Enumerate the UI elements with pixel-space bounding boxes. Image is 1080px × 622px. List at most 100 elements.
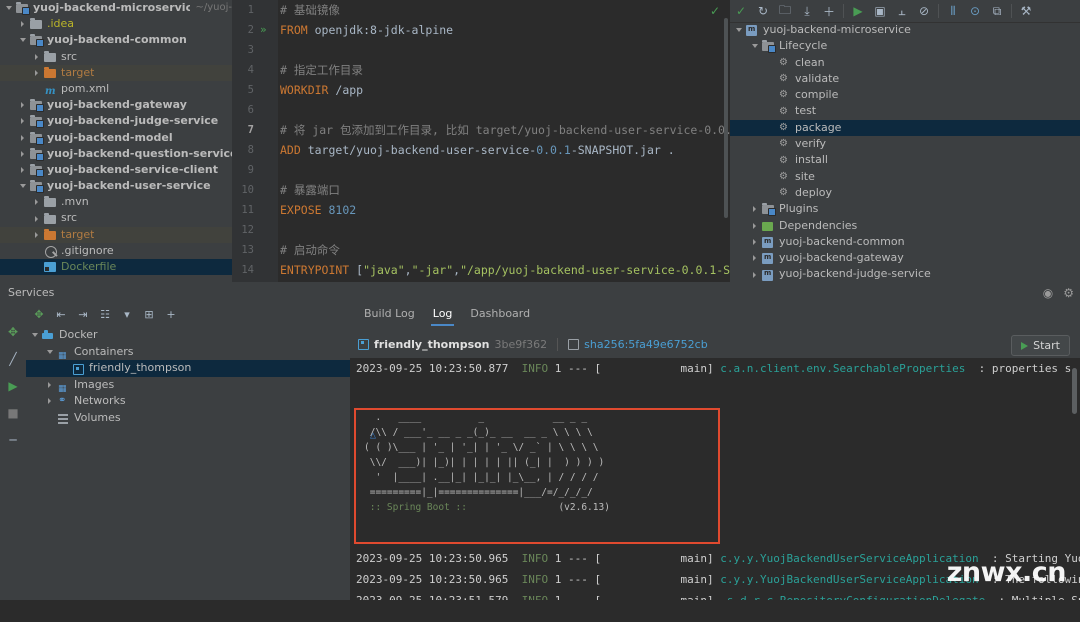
settings-gear-icon[interactable]: ⚙ xyxy=(1063,286,1074,300)
rerun-icon[interactable]: ✥ xyxy=(30,305,48,323)
collapse-all-icon[interactable]: ⫴ xyxy=(942,0,964,22)
tree-toggle-arrow[interactable] xyxy=(32,211,43,227)
tree-toggle-arrow[interactable] xyxy=(18,32,29,48)
log-tab-dashboard[interactable]: Dashboard xyxy=(462,303,538,326)
tree-item-3[interactable]: ⚙validate xyxy=(730,71,1080,87)
tree-item-9[interactable]: yuoj-backend-question-service xyxy=(0,146,232,162)
tree-item-3[interactable]: ▦Images xyxy=(26,377,350,394)
tree-item-2[interactable]: friendly_thompson xyxy=(26,360,350,377)
toggle-offline-icon[interactable]: ▣ xyxy=(869,0,891,22)
settings-wrench-icon[interactable]: ⚒ xyxy=(1015,0,1037,22)
tree-item-10[interactable]: yuoj-backend-service-client xyxy=(0,162,232,178)
tree-toggle-arrow[interactable] xyxy=(18,97,29,113)
tree-toggle-arrow[interactable] xyxy=(18,16,29,32)
code-editor[interactable]: 12»34567891011121314 # 基础镜像FROM openjdk:… xyxy=(232,0,730,282)
filter-icon[interactable]: ▾ xyxy=(118,305,136,323)
tree-toggle-arrow[interactable] xyxy=(750,234,761,250)
tree-toggle-arrow[interactable] xyxy=(32,194,43,210)
container-chip[interactable]: friendly_thompson 3be9f362 xyxy=(358,338,547,351)
add-service-icon[interactable]: + xyxy=(162,305,180,323)
project-tool-window[interactable]: yuoj-backend-microservice~/yuoj-.ideayuo… xyxy=(0,0,232,282)
minimize-icon[interactable]: ─ xyxy=(4,433,22,447)
tree-item-5[interactable]: Volumes xyxy=(26,410,350,427)
connect-icon[interactable]: ✥ xyxy=(4,325,22,339)
tree-item-7[interactable]: ⚙verify xyxy=(730,136,1080,152)
hide-icon[interactable]: ◉ xyxy=(1043,286,1053,300)
services-vertical-toolbar[interactable]: ✥ ╱ ▶ ■ ─ xyxy=(0,303,26,622)
reload-icon[interactable]: ↻ xyxy=(752,0,774,22)
edit-configuration-icon[interactable]: ╱ xyxy=(4,352,22,366)
tree-toggle-arrow[interactable] xyxy=(750,38,761,54)
show-dependencies-icon[interactable]: ⊙ xyxy=(964,0,986,22)
inspection-ok-icon[interactable]: ✓ xyxy=(710,4,720,18)
tree-toggle-arrow[interactable] xyxy=(32,49,43,65)
collapse-all-icon[interactable]: ⇥ xyxy=(74,305,92,323)
tree-toggle-arrow[interactable] xyxy=(18,146,29,162)
execute-goal-icon[interactable]: ⊘ xyxy=(913,0,935,22)
services-tool-window[interactable]: Services ◉ ⚙ ✥ ╱ ▶ ■ ─ ✥ ⇤ ⇥ ☷ ▾ ⊞ + Doc… xyxy=(0,282,1080,600)
maven-tool-window[interactable]: ✓↻🗀⤓＋▶▣⫠⊘⫴⊙⧉⚒ yuoj-backend-microserviceL… xyxy=(730,0,1080,282)
tree-item-14[interactable]: yuoj-backend-gateway xyxy=(730,250,1080,266)
tree-item-13[interactable]: src xyxy=(0,210,232,226)
add-tab-icon[interactable]: ⊞ xyxy=(140,305,158,323)
tree-toggle-arrow[interactable] xyxy=(18,162,29,178)
plus-icon[interactable]: ＋ xyxy=(818,0,840,22)
tree-item-12[interactable]: Dependencies xyxy=(730,218,1080,234)
tree-item-15[interactable]: yuoj-backend-judge-service xyxy=(730,266,1080,282)
tree-item-16[interactable]: Dockerfile xyxy=(0,259,232,275)
tree-item-0[interactable]: Docker xyxy=(26,327,350,344)
tree-toggle-arrow[interactable] xyxy=(18,130,29,146)
run-icon[interactable]: ▶ xyxy=(4,379,22,393)
tree-item-4[interactable]: target xyxy=(0,65,232,81)
tree-toggle-arrow[interactable] xyxy=(32,65,43,81)
tree-toggle-arrow[interactable] xyxy=(750,267,761,282)
stop-icon[interactable]: ■ xyxy=(4,406,22,420)
tree-item-1[interactable]: .idea xyxy=(0,16,232,32)
tree-item-11[interactable]: Plugins xyxy=(730,201,1080,217)
skip-tests-icon[interactable]: ⫠ xyxy=(891,0,913,22)
tree-item-1[interactable]: ▦Containers xyxy=(26,344,350,361)
tree-item-0[interactable]: yuoj-backend-microservice xyxy=(730,22,1080,38)
tree-item-3[interactable]: src xyxy=(0,49,232,65)
tree-item-5[interactable]: mpom.xml xyxy=(0,81,232,97)
tree-item-0[interactable]: yuoj-backend-microservice~/yuoj- xyxy=(0,0,232,16)
log-tab-log[interactable]: Log xyxy=(425,303,461,326)
log-tab-bar[interactable]: Build LogLogDashboard xyxy=(350,303,1080,330)
tree-item-15[interactable]: .gitignore xyxy=(0,243,232,259)
log-panel[interactable]: Build LogLogDashboard friendly_thompson … xyxy=(350,303,1080,600)
log-scrollbar[interactable] xyxy=(1072,368,1077,414)
tree-toggle-arrow[interactable] xyxy=(750,201,761,217)
tree-item-13[interactable]: yuoj-backend-common xyxy=(730,234,1080,250)
tree-item-6[interactable]: yuoj-backend-gateway xyxy=(0,97,232,113)
editor-scrollbar[interactable] xyxy=(724,18,728,218)
tree-item-11[interactable]: yuoj-backend-user-service xyxy=(0,178,232,194)
editor-gutter[interactable]: 12»34567891011121314 xyxy=(232,0,278,282)
services-horizontal-toolbar[interactable]: ✥ ⇤ ⇥ ☷ ▾ ⊞ + xyxy=(26,303,354,325)
tree-toggle-arrow[interactable] xyxy=(734,22,745,38)
tree-toggle-arrow[interactable] xyxy=(45,377,56,393)
tree-toggle-arrow[interactable] xyxy=(18,113,29,129)
tree-toggle-arrow[interactable] xyxy=(750,250,761,266)
tree-item-7[interactable]: yuoj-backend-judge-service xyxy=(0,113,232,129)
tree-item-6[interactable]: ⚙package xyxy=(730,120,1080,136)
tree-item-1[interactable]: Lifecycle xyxy=(730,38,1080,54)
add-maven-project-icon[interactable]: 🗀 xyxy=(774,0,796,22)
tree-item-2[interactable]: ⚙clean xyxy=(730,55,1080,71)
project-tree[interactable]: yuoj-backend-microservice~/yuoj-.ideayuo… xyxy=(0,0,232,275)
editor-code-area[interactable]: # 基础镜像FROM openjdk:8-jdk-alpine # 指定工作目录… xyxy=(278,0,730,282)
maven-toolbar[interactable]: ✓↻🗀⤓＋▶▣⫠⊘⫴⊙⧉⚒ xyxy=(730,0,1080,23)
services-tree[interactable]: Docker▦Containersfriendly_thompson▦Image… xyxy=(26,327,350,597)
tree-toggle-arrow[interactable] xyxy=(45,393,56,409)
tree-toggle-arrow[interactable] xyxy=(32,227,43,243)
tree-item-14[interactable]: target xyxy=(0,227,232,243)
expand-all-icon[interactable]: ⇤ xyxy=(52,305,70,323)
tree-toggle-arrow[interactable] xyxy=(4,0,15,16)
services-left-pane[interactable]: ✥ ╱ ▶ ■ ─ ✥ ⇤ ⇥ ☷ ▾ ⊞ + Docker▦Container… xyxy=(0,303,350,600)
tree-item-12[interactable]: .mvn xyxy=(0,194,232,210)
tree-item-4[interactable]: ⚭Networks xyxy=(26,393,350,410)
run-gutter-icon[interactable]: » xyxy=(260,20,267,40)
download-sources-icon[interactable]: ⤓ xyxy=(796,0,818,22)
image-chip[interactable]: sha256:5fa49e6752cb xyxy=(568,338,708,351)
tree-item-2[interactable]: yuoj-backend-common xyxy=(0,32,232,48)
tree-item-8[interactable]: ⚙install xyxy=(730,152,1080,168)
